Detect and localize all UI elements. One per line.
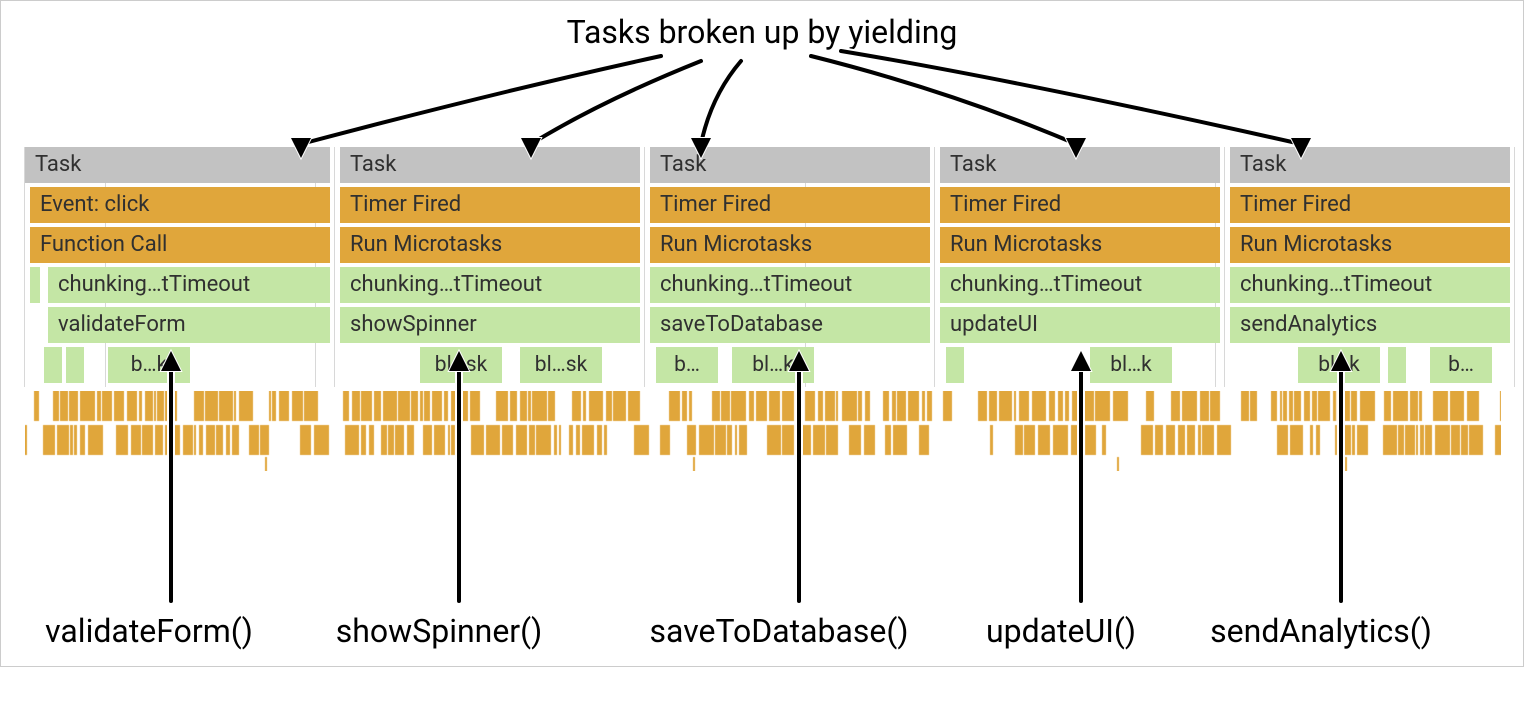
arrow-up-icon bbox=[1, 1, 1524, 701]
bottom-labels: validateForm() showSpinner() saveToDatabas… bbox=[1, 612, 1523, 652]
function-label: saveToDatabase() bbox=[650, 612, 909, 650]
function-label: validateForm() bbox=[45, 612, 253, 650]
function-label: showSpinner() bbox=[336, 612, 542, 650]
function-label: updateUI() bbox=[986, 612, 1136, 650]
function-label: sendAnalytics() bbox=[1210, 612, 1432, 650]
